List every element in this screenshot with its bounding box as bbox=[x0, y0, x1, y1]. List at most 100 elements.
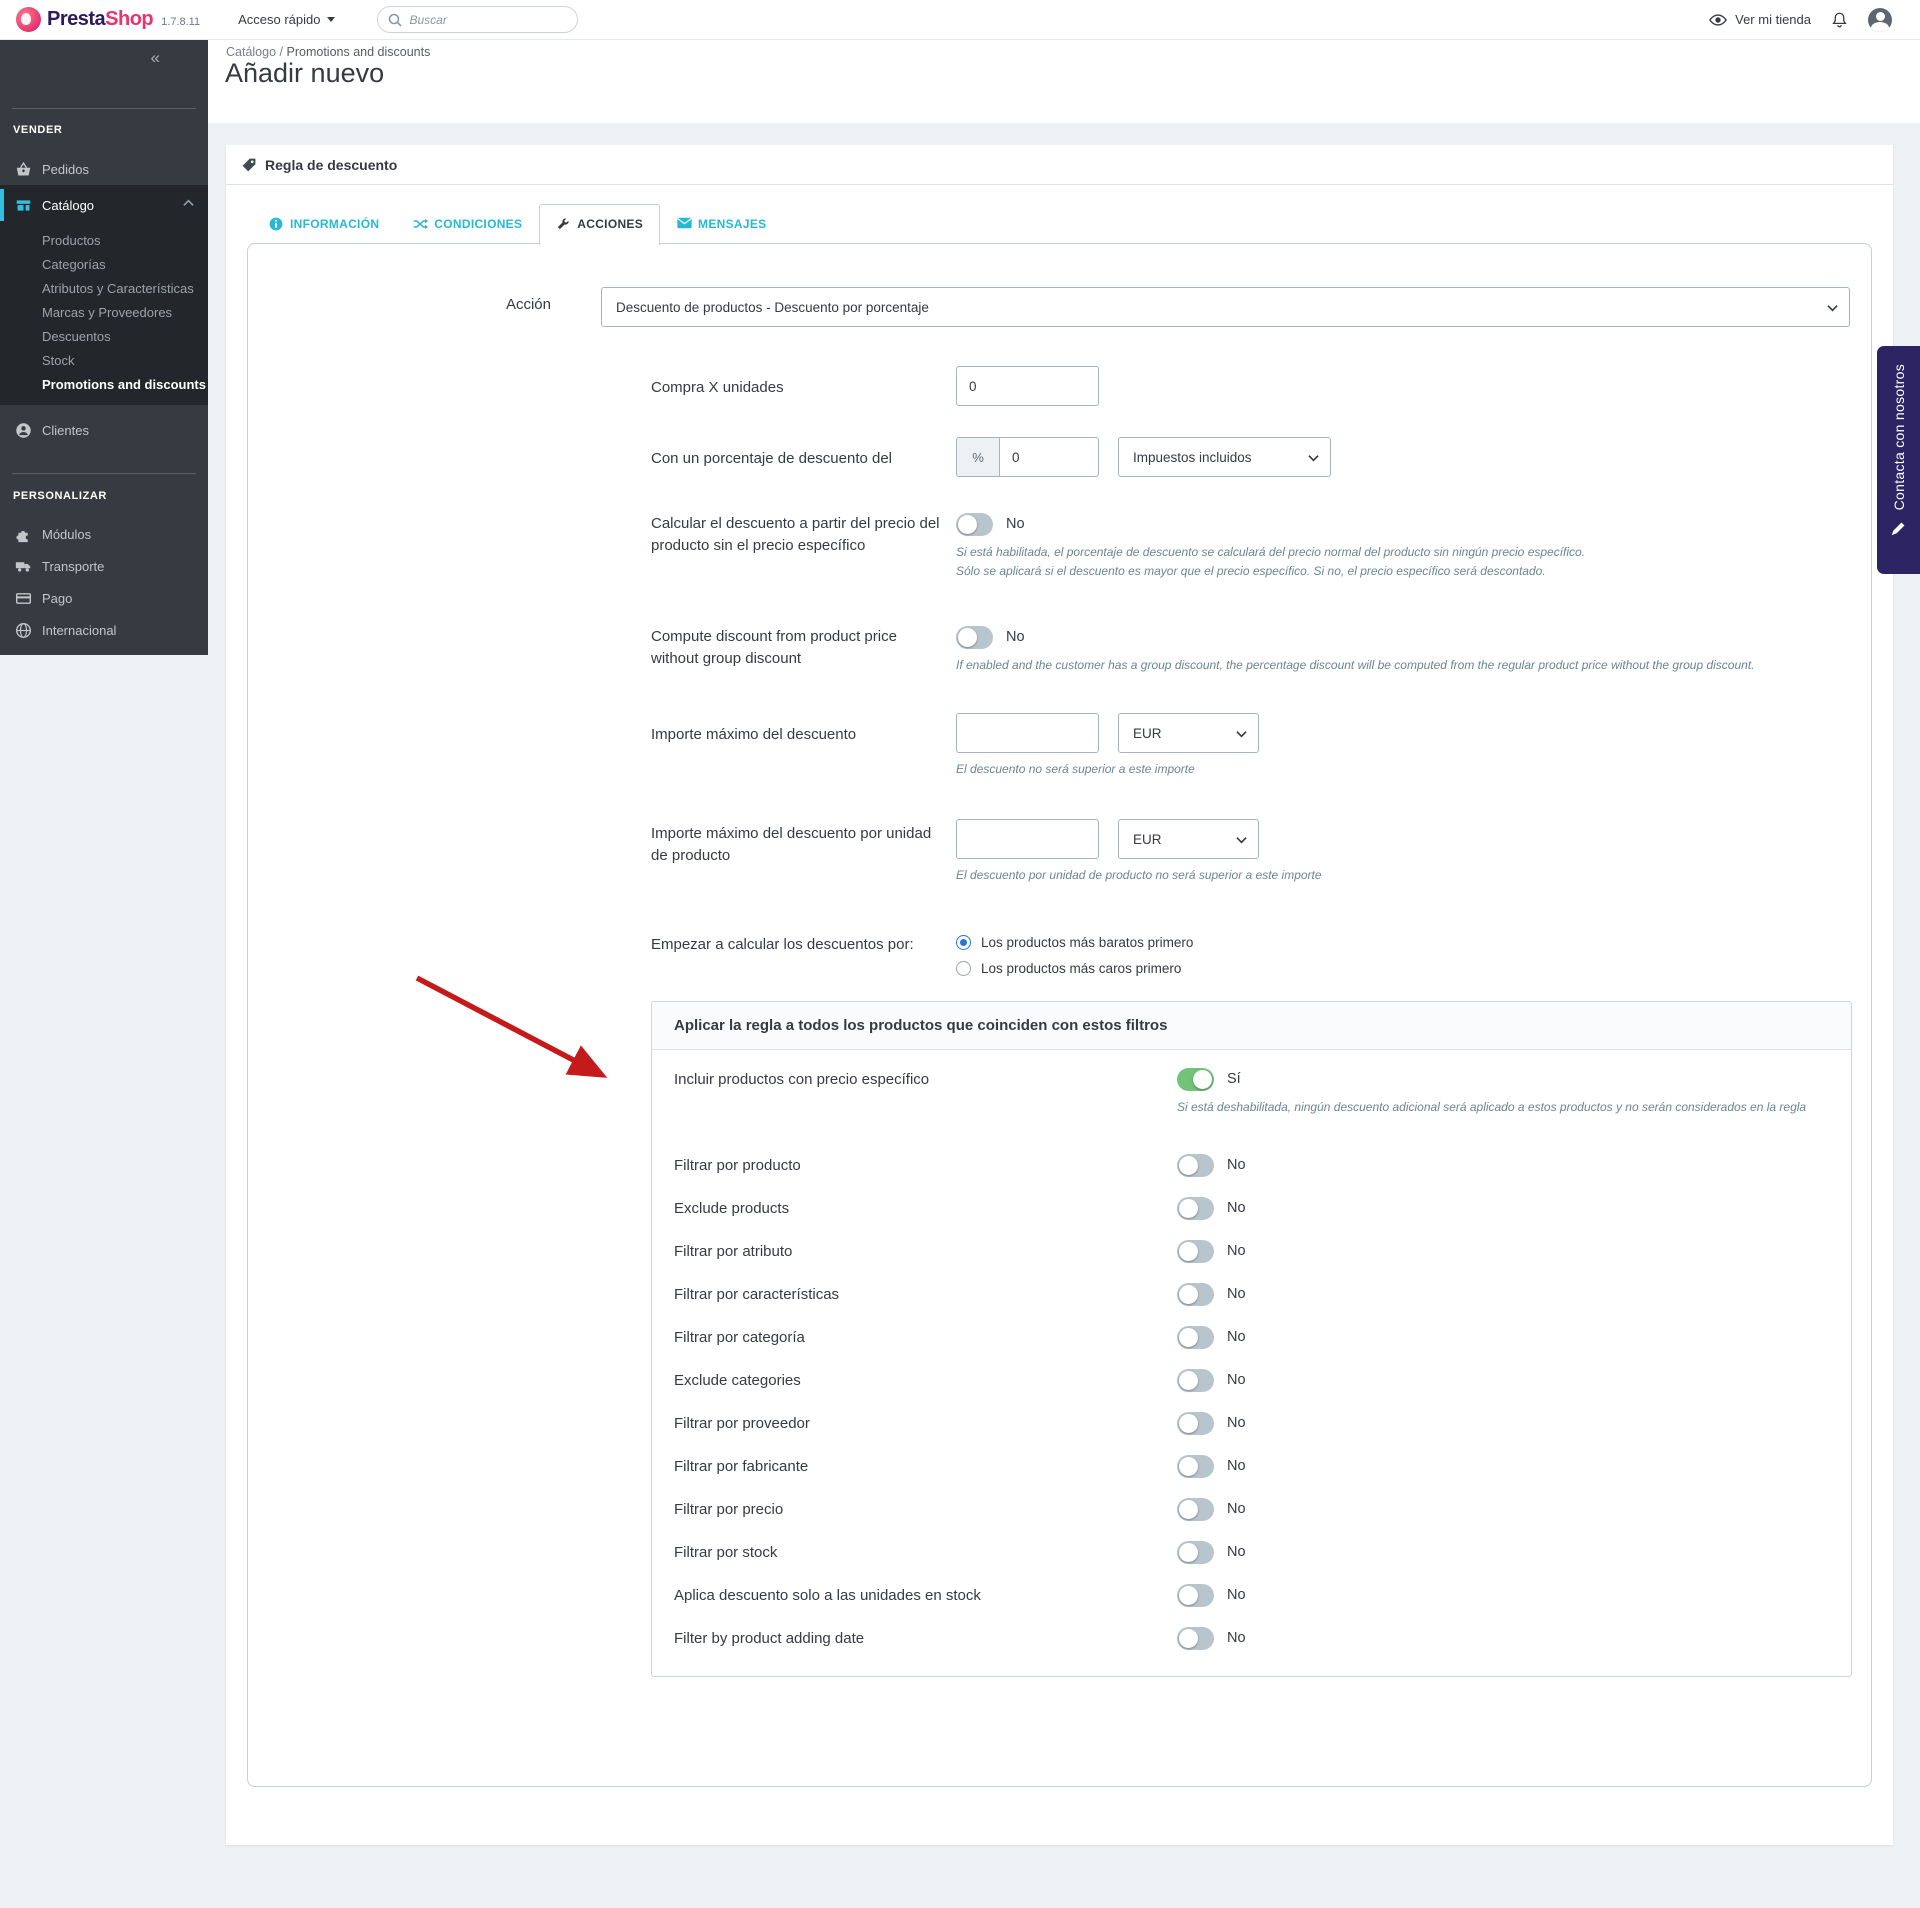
filter-row-label: Aplica descuento solo a las unidades en … bbox=[674, 1587, 981, 1604]
breadcrumb-parent[interactable]: Catálogo bbox=[226, 45, 276, 59]
sidebar-item-clientes[interactable]: Clientes bbox=[0, 414, 208, 446]
sidebar-subitem-descuentos[interactable]: Descuentos bbox=[42, 329, 111, 344]
sidebar-subitem-stock[interactable]: Stock bbox=[42, 353, 75, 368]
filter-row-toggle-state: No bbox=[1227, 1458, 1246, 1474]
filter-row-toggle-state: No bbox=[1227, 1587, 1246, 1603]
radio-icon[interactable] bbox=[956, 961, 971, 976]
tab-mensajes[interactable]: MENSAJES bbox=[660, 204, 783, 244]
compute-toggle[interactable] bbox=[956, 626, 993, 649]
filter-row: Exclude categories No bbox=[674, 1359, 1829, 1402]
filter-row-toggle-state: No bbox=[1227, 1243, 1246, 1259]
notifications-bell-icon[interactable] bbox=[1831, 11, 1848, 29]
tab-informacion[interactable]: INFORMACIÓN bbox=[252, 204, 396, 244]
contact-us-tab[interactable]: Contacta con nosotros bbox=[1877, 346, 1920, 574]
divider bbox=[12, 108, 196, 109]
porcentaje-input[interactable] bbox=[999, 437, 1099, 477]
search-icon bbox=[388, 13, 402, 27]
filter-row-toggle[interactable] bbox=[1177, 1326, 1214, 1349]
user-avatar[interactable] bbox=[1868, 7, 1892, 32]
chevron-up-icon bbox=[183, 199, 194, 207]
compute-label: Compute discount from product price with… bbox=[651, 628, 897, 667]
filter-row: Filtrar por atributo No bbox=[674, 1230, 1829, 1273]
filter-row-toggle-state: No bbox=[1227, 1501, 1246, 1517]
importe-currency-select[interactable]: EUR bbox=[1118, 713, 1259, 753]
filter-row-label: Filtrar por stock bbox=[674, 1544, 778, 1561]
filter-row: Filtrar por producto No bbox=[674, 1144, 1829, 1187]
filter-row-label: Filtrar por proveedor bbox=[674, 1415, 810, 1432]
sidebar-collapse-button[interactable]: « bbox=[151, 48, 160, 68]
sidebar-subitem-promotions[interactable]: Promotions and discounts bbox=[42, 377, 206, 392]
accion-select[interactable]: Descuento de productos - Descuento por p… bbox=[601, 287, 1850, 327]
search-input[interactable] bbox=[409, 12, 560, 27]
incluir-label: Incluir productos con precio específico bbox=[674, 1071, 930, 1088]
filter-row-label: Filtrar por producto bbox=[674, 1157, 801, 1174]
sidebar-item-pedidos[interactable]: Pedidos bbox=[0, 153, 208, 185]
filter-rows: Filtrar por producto No Exclude products… bbox=[674, 1144, 1829, 1660]
puzzle-icon bbox=[15, 526, 32, 543]
empezar-label: Empezar a calcular los descuentos por: bbox=[651, 936, 914, 953]
discount-rule-card: Regla de descuento INFORMACIÓN CONDICION… bbox=[226, 145, 1893, 1845]
filter-row: Filtrar por categoría No bbox=[674, 1316, 1829, 1359]
importe-input[interactable] bbox=[956, 713, 1099, 753]
sidebar-item-pago[interactable]: Pago bbox=[0, 582, 208, 614]
tab-condiciones[interactable]: CONDICIONES bbox=[396, 204, 539, 244]
search-box[interactable] bbox=[376, 6, 578, 33]
filter-row-toggle[interactable] bbox=[1177, 1154, 1214, 1177]
credit-card-icon bbox=[15, 590, 32, 607]
prestashop-logo-icon bbox=[16, 7, 41, 32]
sidebar-catalog-block: Catálogo Productos Categorías Atributos … bbox=[0, 185, 208, 405]
filter-row-label: Filtrar por características bbox=[674, 1286, 840, 1303]
sidebar-item-modulos[interactable]: Módulos bbox=[0, 518, 208, 550]
importe-unidad-currency-select[interactable]: EUR bbox=[1118, 819, 1259, 859]
filter-row-toggle[interactable] bbox=[1177, 1283, 1214, 1306]
calcular-label: Calcular el descuento a partir del preci… bbox=[651, 515, 940, 554]
filters-panel-title: Aplicar la regla a todos los productos q… bbox=[652, 1002, 1851, 1050]
radio-option-baratos[interactable]: Los productos más baratos primero bbox=[956, 935, 1193, 950]
prestashop-logo-text: PrestaShop bbox=[47, 8, 154, 30]
filter-row-toggle[interactable] bbox=[1177, 1455, 1214, 1478]
filter-row-toggle[interactable] bbox=[1177, 1584, 1214, 1607]
filter-row-toggle-state: No bbox=[1227, 1286, 1246, 1302]
filter-row-toggle[interactable] bbox=[1177, 1627, 1214, 1650]
sidebar-item-internacional[interactable]: Internacional bbox=[0, 614, 208, 646]
calcular-toggle-state: No bbox=[1006, 516, 1025, 532]
breadcrumb: Catálogo / Promotions and discounts bbox=[226, 45, 431, 59]
filter-row-toggle[interactable] bbox=[1177, 1412, 1214, 1435]
impuestos-select[interactable]: Impuestos incluidos bbox=[1118, 437, 1331, 477]
filter-row-toggle[interactable] bbox=[1177, 1240, 1214, 1263]
card-title: Regla de descuento bbox=[265, 156, 398, 173]
incluir-toggle[interactable] bbox=[1177, 1068, 1214, 1091]
compra-input[interactable] bbox=[956, 366, 1099, 406]
filter-row-toggle-state: No bbox=[1227, 1372, 1246, 1388]
tab-acciones[interactable]: ACCIONES bbox=[539, 204, 661, 245]
radio-option-caros[interactable]: Los productos más caros primero bbox=[956, 961, 1193, 976]
chevron-down-icon bbox=[326, 17, 335, 22]
filter-row-toggle[interactable] bbox=[1177, 1369, 1214, 1392]
sidebar-subitem-atributos[interactable]: Atributos y Características bbox=[42, 281, 194, 296]
eye-icon bbox=[1709, 13, 1728, 27]
filter-row-toggle[interactable] bbox=[1177, 1498, 1214, 1521]
quick-access-dropdown[interactable]: Acceso rápido bbox=[238, 12, 335, 27]
filter-row-toggle-state: No bbox=[1227, 1415, 1246, 1431]
filter-row-toggle-state: No bbox=[1227, 1630, 1246, 1646]
breadcrumb-current: Promotions and discounts bbox=[286, 45, 431, 59]
topbar: PrestaShop 1.7.8.11 Acceso rápido Ver mi… bbox=[0, 0, 1920, 40]
sidebar-subitem-marcas[interactable]: Marcas y Proveedores bbox=[42, 305, 172, 320]
sidebar-item-catalogo[interactable]: Catálogo bbox=[0, 189, 208, 221]
filter-row-toggle[interactable] bbox=[1177, 1197, 1214, 1220]
prestashop-logo[interactable]: PrestaShop 1.7.8.11 bbox=[16, 7, 200, 32]
calcular-help: Si está habilitada, el porcentaje de des… bbox=[956, 545, 1586, 578]
view-shop-link[interactable]: Ver mi tienda bbox=[1709, 12, 1811, 27]
calcular-toggle[interactable] bbox=[956, 513, 993, 536]
filter-row: Exclude products No bbox=[674, 1187, 1829, 1230]
sidebar-nav: « VENDER Pedidos Catálogo Productos Cate… bbox=[0, 40, 208, 655]
filter-row: Filter by product adding date No bbox=[674, 1617, 1829, 1660]
importe-unidad-input[interactable] bbox=[956, 819, 1099, 859]
sidebar-item-transporte[interactable]: Transporte bbox=[0, 550, 208, 582]
sidebar-subitem-productos[interactable]: Productos bbox=[42, 233, 101, 248]
version-label: 1.7.8.11 bbox=[161, 15, 201, 28]
radio-icon[interactable] bbox=[956, 935, 971, 950]
filter-row-toggle-state: No bbox=[1227, 1200, 1246, 1216]
sidebar-subitem-categorias[interactable]: Categorías bbox=[42, 257, 106, 272]
filter-row-toggle[interactable] bbox=[1177, 1541, 1214, 1564]
